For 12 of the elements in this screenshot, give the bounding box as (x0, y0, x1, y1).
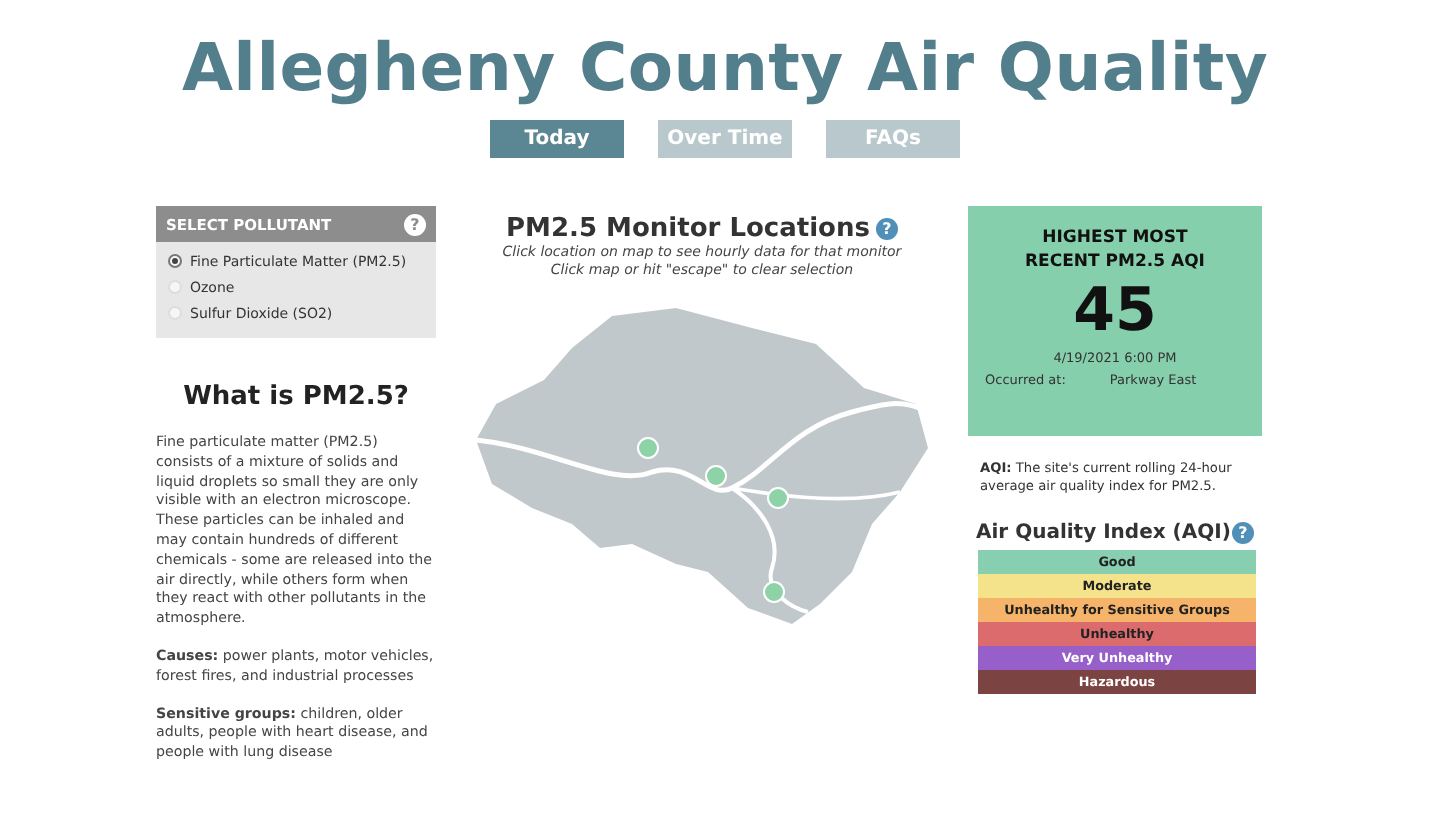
help-icon[interactable]: ? (875, 218, 898, 240)
legend-title: Air Quality Index (AQI) (976, 522, 1231, 544)
card-title: HIGHEST MOST RECENT PM2.5 AQI (1023, 226, 1207, 274)
nav-tab[interactable]: Today (490, 120, 624, 158)
aqi-value: 45 (1073, 274, 1157, 350)
page-title: Allegheny County Air Quality (181, 28, 1269, 108)
help-icon[interactable]: ? (1232, 522, 1254, 544)
map-title: PM2.5 Monitor Locations (506, 214, 870, 244)
section-heading: What is PM2.5? (181, 382, 411, 412)
help-icon[interactable]: ? (404, 213, 426, 235)
radio-button[interactable] (168, 254, 182, 268)
county-map-drawing[interactable] (475, 308, 930, 624)
